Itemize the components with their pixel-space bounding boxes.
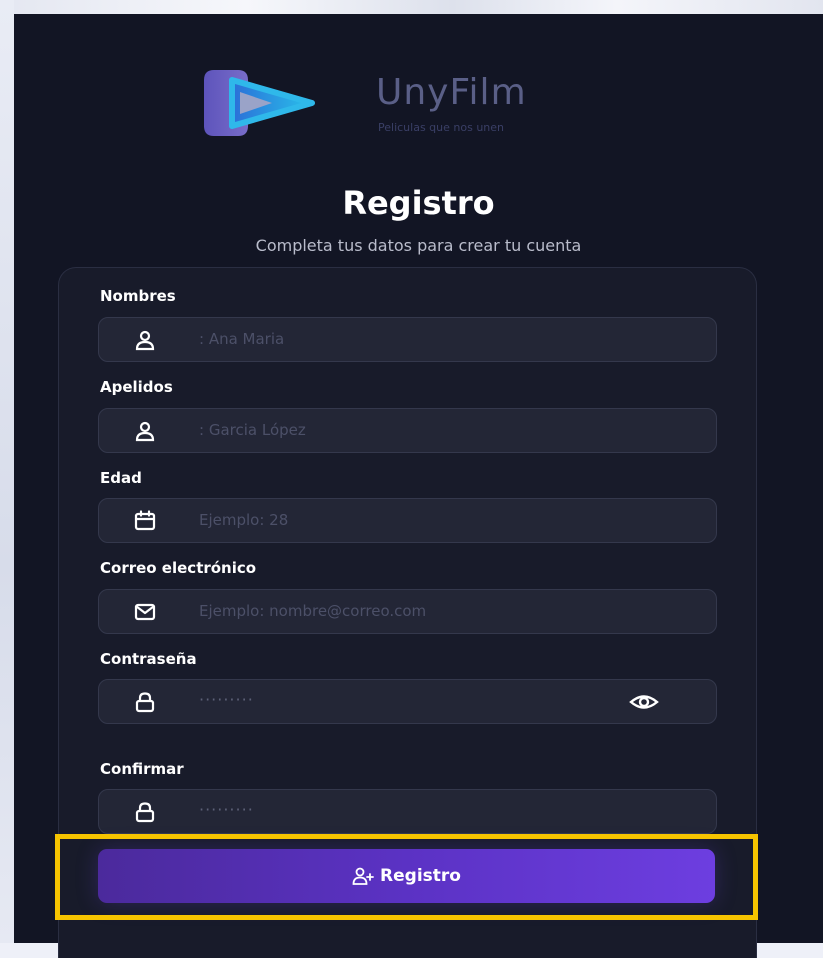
lock-icon [135, 692, 155, 713]
button-highlight-box [55, 834, 758, 920]
confirm-password-field[interactable]: ········· [98, 789, 717, 834]
user-icon [135, 330, 155, 351]
lock-icon [135, 802, 155, 823]
confirm-password-label: Confirmar [100, 760, 184, 778]
register-screen: UnyFilm Peliculas que nos unen Registro … [14, 14, 823, 958]
email-placeholder: Ejemplo: nombre@correo.com [199, 602, 427, 620]
last-name-placeholder: : Garcia López [199, 421, 306, 439]
eye-icon[interactable] [629, 691, 659, 713]
brand-tagline: Peliculas que nos unen [378, 121, 504, 134]
age-field[interactable]: Ejemplo: 28 [98, 498, 717, 543]
brand-logo: UnyFilm Peliculas que nos unen [200, 64, 660, 144]
email-label: Correo electrónico [100, 559, 257, 577]
password-label: Contraseña [100, 650, 197, 668]
first-name-field[interactable]: : Ana Maria [98, 317, 717, 362]
first-name-label: Nombres [100, 287, 176, 305]
confirm-password-placeholder: ········· [199, 800, 254, 819]
background-left-strip [0, 0, 14, 943]
page-title: Registro [342, 184, 495, 222]
page-subtitle: Completa tus datos para crear tu cuenta [255, 236, 582, 255]
brand-name: UnyFilm [376, 72, 527, 113]
email-field[interactable]: Ejemplo: nombre@correo.com [98, 589, 717, 634]
password-field[interactable]: ········· [98, 679, 717, 724]
user-icon [135, 421, 155, 442]
last-name-label: Apelidos [100, 378, 173, 396]
password-placeholder: ········· [199, 690, 254, 709]
age-placeholder: Ejemplo: 28 [199, 511, 289, 529]
mail-icon [134, 603, 156, 621]
last-name-field[interactable]: : Garcia López [98, 408, 717, 453]
calendar-icon [134, 510, 156, 531]
background-top-strip [0, 0, 823, 14]
play-logo-icon [204, 70, 315, 136]
first-name-placeholder: : Ana Maria [199, 330, 285, 348]
age-label: Edad [100, 469, 142, 487]
